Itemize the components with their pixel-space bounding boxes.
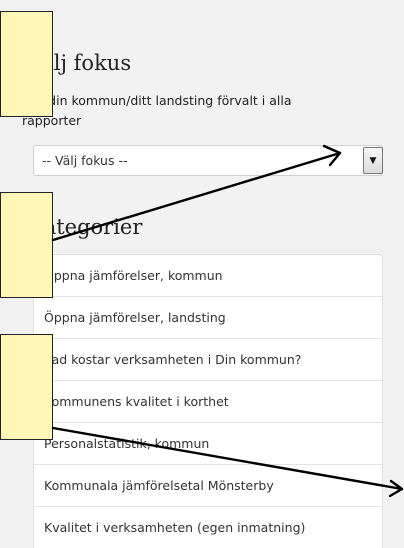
- annotation-callout-2: [0, 192, 53, 298]
- page: Välj fokus Välj din kommun/ditt landstin…: [0, 0, 404, 548]
- focus-select[interactable]: -- Välj fokus -- ▼: [33, 145, 383, 176]
- category-item[interactable]: Kommunala jämförelsetal Mönsterby: [34, 465, 382, 507]
- category-list: Öppna jämförelser, kommun Öppna jämförel…: [33, 254, 383, 548]
- dropdown-arrow-icon[interactable]: ▼: [363, 147, 383, 174]
- focus-description: Välj din kommun/ditt landsting förvalt i…: [22, 93, 292, 128]
- category-item[interactable]: Öppna jämförelser, kommun: [34, 255, 382, 297]
- category-item[interactable]: Vad kostar verksamheten i Din kommun?: [34, 339, 382, 381]
- category-item[interactable]: Kommunens kvalitet i korthet: [34, 381, 382, 423]
- annotation-arrowhead-2: [388, 479, 404, 498]
- annotation-callout-3: [0, 334, 53, 440]
- category-item[interactable]: Kvalitet i verksamheten (egen inmatning): [34, 507, 382, 548]
- annotation-callout-1: [0, 11, 53, 117]
- category-item[interactable]: Personalstatistik, kommun: [34, 423, 382, 465]
- category-item[interactable]: Öppna jämförelser, landsting: [34, 297, 382, 339]
- focus-select-value: -- Välj fokus --: [42, 153, 128, 168]
